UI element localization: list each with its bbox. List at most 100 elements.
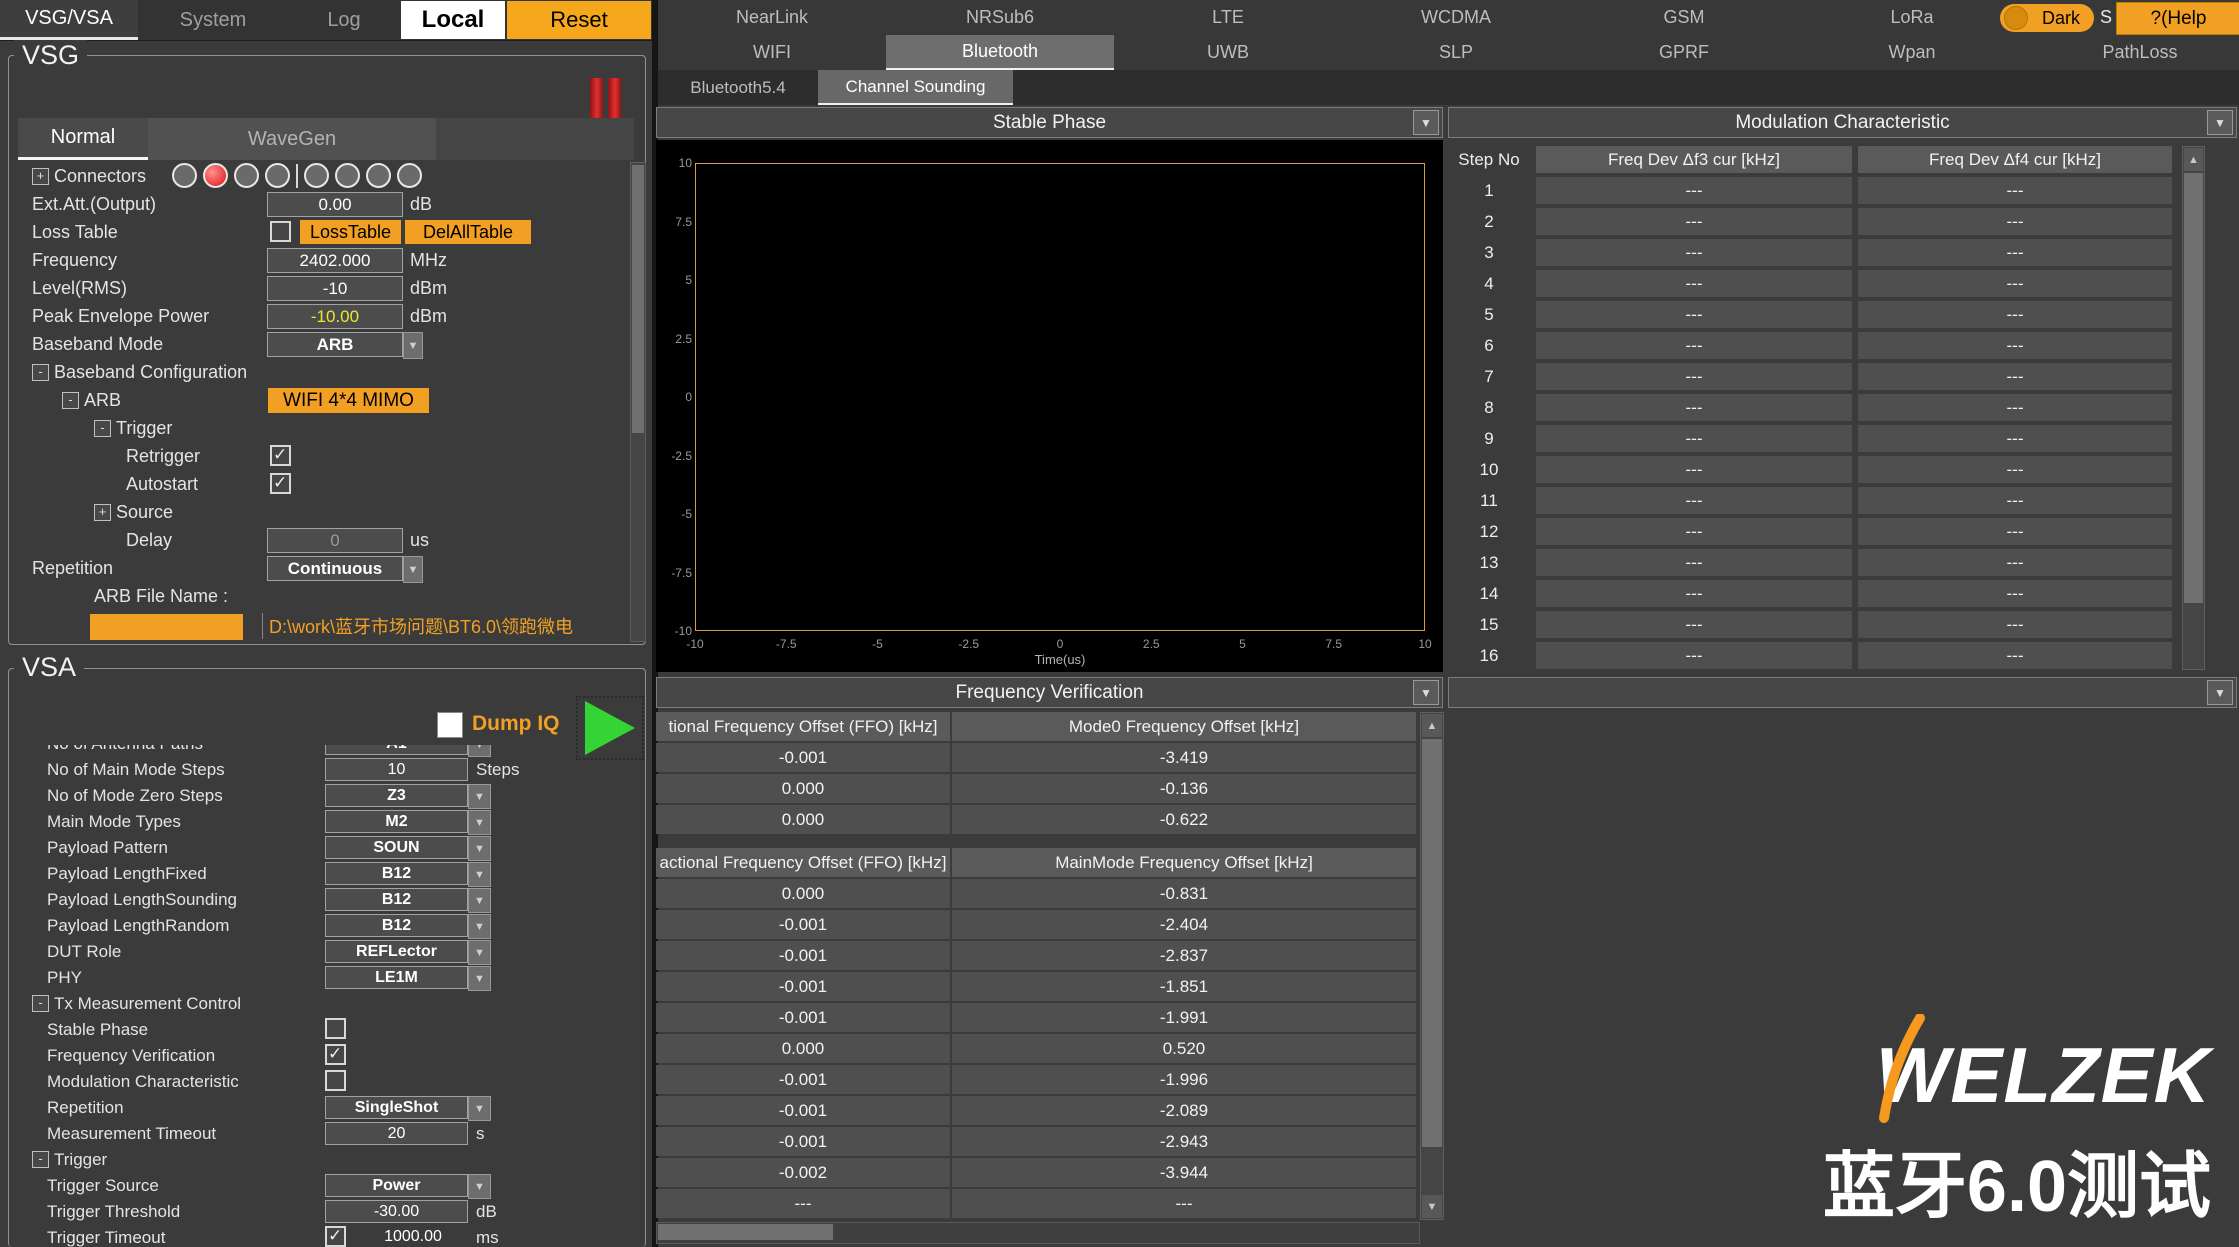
nav-item-nearlink[interactable]: NearLink [658,0,886,35]
help-button[interactable]: ?(Help [2116,2,2239,35]
nav-item-pathloss[interactable]: PathLoss [2026,35,2239,70]
ext.att.-output-input[interactable]: 0.00 [267,192,403,217]
baseband-mode-select[interactable]: ARB [267,332,403,357]
level-rms-input[interactable]: -10 [267,276,403,301]
delay-input[interactable]: 0 [267,528,403,553]
expand-icon[interactable]: + [32,168,49,185]
main-mode-types-select[interactable]: M2 [325,810,468,833]
horizontal-scrollbar-thumb[interactable] [658,1224,833,1240]
payload-lengthfixed-select[interactable]: B12 [325,862,468,885]
chevron-down-icon[interactable]: ▼ [468,1096,491,1121]
tab-system[interactable]: System [138,0,288,40]
chevron-down-icon[interactable]: ▼ [468,888,491,913]
nav-item-lte[interactable]: LTE [1114,0,1342,35]
arb-file-select-button[interactable]: WIFI 4*4 MIMO [268,388,429,413]
chevron-down-icon[interactable]: ▼ [403,556,423,583]
frequency-verification-checkbox[interactable] [325,1044,346,1065]
nav-item-gsm[interactable]: GSM [1570,0,1798,35]
peak-envelope-power-input[interactable]: -10.00 [267,304,403,329]
chevron-down-icon[interactable]: ▼ [468,745,491,757]
expand-icon[interactable]: - [32,1151,49,1168]
modulation-characteristic-dropdown-button[interactable]: ▼ [2207,110,2233,135]
vsg-scrollbar-thumb[interactable] [632,165,644,433]
tab-vsg-vsa[interactable]: VSG/VSA [0,0,138,40]
loss-table-checkbox[interactable] [270,221,291,242]
nav-item-gprf[interactable]: GPRF [1570,35,1798,70]
payload-lengthsounding-select[interactable]: B12 [325,888,468,911]
chevron-down-icon[interactable]: ▼ [468,940,491,965]
trigger-source-select[interactable]: Power [325,1174,468,1197]
measurement-timeout-input[interactable]: 20 [325,1122,468,1145]
chevron-down-icon[interactable]: ▼ [468,862,491,887]
trigger-timeout-checkbox[interactable] [325,1226,346,1247]
no-of-antenna-paths-select[interactable]: A1 [325,745,468,755]
nav-item-lora[interactable]: LoRa [1798,0,2026,35]
payload-lengthrandom-select[interactable]: B12 [325,914,468,937]
arb-file-browse-button[interactable] [90,614,243,640]
loss-table-button[interactable]: LossTable [300,220,401,244]
reset-button[interactable]: Reset [507,1,651,39]
trigger-threshold-input[interactable]: -30.00 [325,1200,468,1223]
no-of-mode-zero-steps-select[interactable]: Z3 [325,784,468,807]
chevron-down-icon[interactable]: ▼ [468,810,491,835]
modulation-table-scrollbar[interactable]: ▲ [2182,146,2205,670]
chevron-down-icon[interactable]: ▼ [468,784,491,809]
connector-3-icon[interactable] [234,163,259,188]
dut-role-select[interactable]: REFLector [325,940,468,963]
chevron-down-icon[interactable]: ▼ [403,332,423,359]
local-button[interactable]: Local [401,1,505,39]
scroll-up-arrow[interactable]: ▲ [1422,714,1442,737]
chevron-down-icon[interactable]: ▼ [468,836,491,861]
nav-item-channel-sounding[interactable]: Channel Sounding [818,70,1013,105]
nav-item-bluetooth[interactable]: Bluetooth [886,35,1114,70]
expand-icon[interactable]: + [94,504,111,521]
repetition-select[interactable]: Continuous [267,556,403,581]
nav-item-uwb[interactable]: UWB [1114,35,1342,70]
frequency-scrollbar-thumb[interactable] [1422,739,1442,1147]
connector-7-icon[interactable] [366,163,391,188]
repetition-select[interactable]: SingleShot [325,1096,468,1119]
connector-1-icon[interactable] [172,163,197,188]
tab-log[interactable]: Log [288,0,400,40]
chevron-down-icon[interactable]: ▼ [468,1174,491,1199]
retrigger-checkbox[interactable] [270,445,291,466]
connector-5-icon[interactable] [304,163,329,188]
phy-select[interactable]: LE1M [325,966,468,989]
chevron-down-icon[interactable]: ▼ [468,966,491,991]
expand-icon[interactable]: - [32,364,49,381]
modulation-characteristic-checkbox[interactable] [325,1070,346,1091]
nav-item-wpan[interactable]: Wpan [1798,35,2026,70]
expand-icon[interactable]: - [94,420,111,437]
dump-iq-checkbox[interactable] [437,712,463,738]
nav-item-wcdma[interactable]: WCDMA [1342,0,1570,35]
modulation-scrollbar-thumb[interactable] [2184,173,2203,603]
horizontal-scrollbar[interactable] [656,1222,1420,1244]
scroll-up-arrow[interactable]: ▲ [2184,148,2203,171]
stable-phase-checkbox[interactable] [325,1018,346,1039]
collapsed-panel-dropdown-button[interactable]: ▼ [2207,680,2233,705]
tab-normal[interactable]: Normal [18,118,148,160]
expand-icon[interactable]: - [62,392,79,409]
del-all-table-button[interactable]: DelAllTable [405,220,531,244]
connector-8-icon[interactable] [397,163,422,188]
trigger-timeout-value[interactable]: 1000.00 [358,1228,468,1246]
expand-icon[interactable]: - [32,995,49,1012]
dark-mode-toggle[interactable]: Dark [2000,4,2094,32]
connector-2-active-icon[interactable] [203,163,228,188]
tab-wavegen[interactable]: WaveGen [148,118,436,160]
nav-item-bluetooth5.4[interactable]: Bluetooth5.4 [658,70,818,105]
frequency-verification-dropdown-button[interactable]: ▼ [1413,680,1439,705]
chevron-down-icon[interactable]: ▼ [468,914,491,939]
no-of-main-mode-steps-input[interactable]: 10 [325,758,468,781]
frequency-table-scrollbar[interactable]: ▲ ▼ [1420,712,1444,1220]
scroll-down-arrow[interactable]: ▼ [1422,1195,1442,1218]
autostart-checkbox[interactable] [270,473,291,494]
frequency-input[interactable]: 2402.000 [267,248,403,273]
nav-item-nrsub6[interactable]: NRSub6 [886,0,1114,35]
connector-6-icon[interactable] [335,163,360,188]
stable-phase-dropdown-button[interactable]: ▼ [1413,110,1439,135]
connector-4-icon[interactable] [265,163,290,188]
nav-item-slp[interactable]: SLP [1342,35,1570,70]
nav-item-wifi[interactable]: WIFI [658,35,886,70]
payload-pattern-select[interactable]: SOUN [325,836,468,859]
